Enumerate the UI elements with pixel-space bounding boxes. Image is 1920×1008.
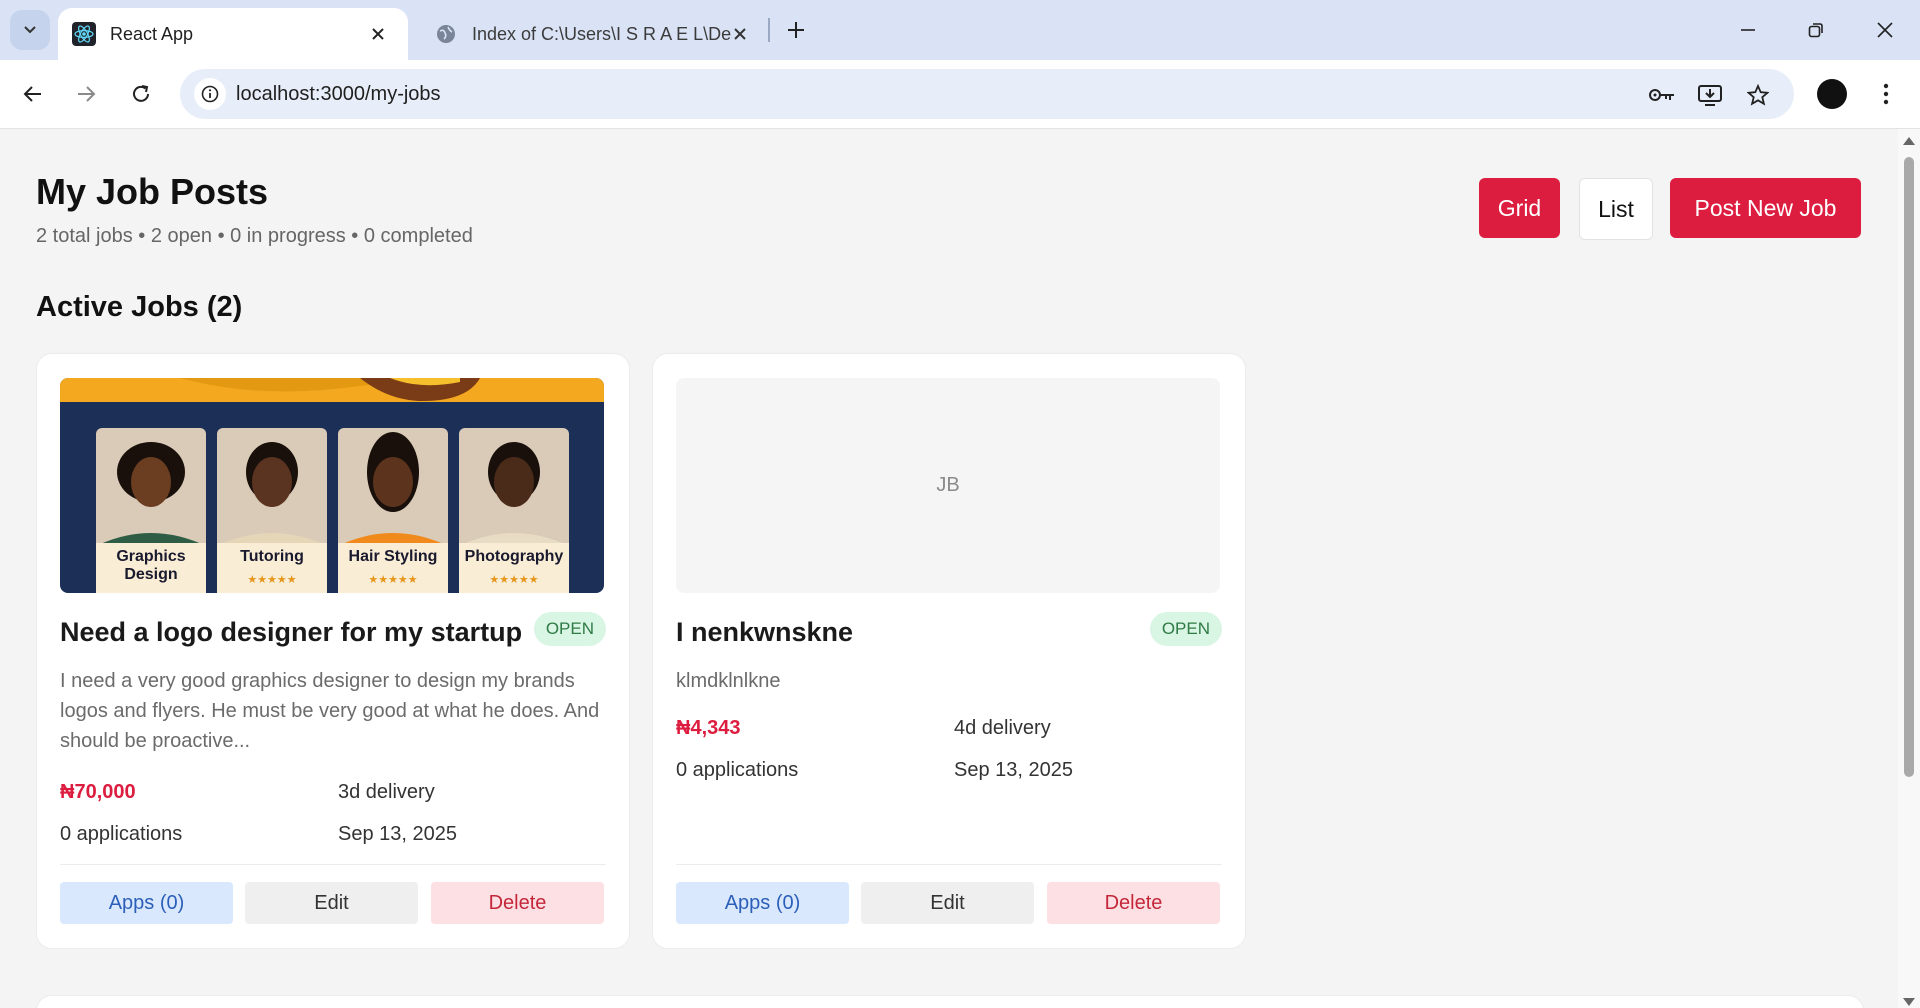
scroll-thumb[interactable]	[1904, 157, 1914, 777]
profile-avatar[interactable]	[1817, 79, 1847, 109]
delete-button[interactable]: Delete	[1047, 882, 1220, 924]
close-icon[interactable]	[728, 22, 752, 46]
section-title: Active Jobs (2)	[36, 291, 243, 323]
apps-button[interactable]: Apps (0)	[676, 882, 849, 924]
minimize-icon	[1741, 29, 1755, 31]
job-image: Graphics Design Tutoring ★★★★★ Hair Styling ★…	[60, 378, 604, 593]
more-vertical-icon	[1883, 83, 1889, 105]
reload-icon	[133, 85, 149, 102]
edit-button[interactable]: Edit	[861, 882, 1034, 924]
page-title: My Job Posts	[36, 171, 269, 212]
tab-search-button[interactable]	[10, 10, 50, 50]
minimize-button[interactable]	[1720, 10, 1776, 50]
browser-menu-button[interactable]	[1870, 74, 1902, 114]
post-new-job-button[interactable]: Post New Job	[1670, 178, 1861, 238]
job-description: klmdklnlkne	[676, 670, 781, 692]
job-date: Sep 13, 2025	[338, 823, 457, 845]
plus-icon	[788, 22, 804, 38]
react-favicon-icon	[72, 22, 96, 46]
job-applications: 0 applications	[676, 759, 799, 781]
back-button[interactable]	[13, 74, 53, 114]
job-title[interactable]: Need a logo designer for my startup	[60, 617, 522, 648]
close-window-button[interactable]	[1857, 10, 1913, 50]
banner-panel: Tutoring ★★★★★	[217, 428, 327, 593]
tab-title: React App	[110, 23, 194, 44]
status-badge: OPEN	[533, 612, 606, 646]
page-subtitle: 2 total jobs • 2 open • 0 in progress • …	[36, 225, 473, 247]
page-content: My Job Posts 2 total jobs • 2 open • 0 i…	[0, 129, 1898, 1008]
tab-index-of[interactable]: Index of C:\Users\I S R A E L\Desktop	[420, 8, 770, 60]
browser-tabstrip: React App Index of C:\Users\I S R A E L\…	[0, 0, 1920, 60]
grid-view-button[interactable]: Grid	[1479, 178, 1560, 238]
job-title[interactable]: I nenkwnskne	[676, 617, 853, 648]
banner-panel: Photography ★★★★★	[459, 428, 569, 593]
banner-panel-label: Graphics	[116, 548, 185, 565]
password-key-icon[interactable]	[1646, 79, 1678, 111]
banner-panel-stars: ★★★★★	[489, 573, 538, 586]
job-date: Sep 13, 2025	[954, 759, 1073, 781]
job-applications: 0 applications	[60, 823, 183, 845]
banner-panel: GraphicsDesign	[96, 428, 206, 593]
url-text[interactable]: localhost:3000/my-jobs	[236, 83, 441, 106]
chevron-down-icon	[24, 26, 36, 34]
completed-jobs-section	[36, 995, 1864, 1008]
delete-button[interactable]: Delete	[431, 882, 604, 924]
tab-title: Index of C:\Users\I S R A E L\Desktop	[472, 23, 732, 44]
list-view-button[interactable]: List	[1579, 178, 1653, 240]
reload-button[interactable]	[121, 74, 161, 114]
banner-panel-label: Hair Styling	[349, 548, 438, 565]
job-card[interactable]: JB I nenkwnskne OPEN klmdklnlkne ₦4,343 …	[652, 353, 1246, 949]
banner-panel-label: Design	[124, 566, 177, 583]
job-budget: ₦70,000	[60, 781, 136, 803]
page-scrollbar[interactable]	[1898, 129, 1920, 1008]
job-budget: ₦4,343	[676, 717, 741, 739]
restore-button[interactable]	[1788, 10, 1844, 50]
site-info-icon[interactable]	[194, 78, 226, 110]
scroll-up-arrow[interactable]	[1903, 137, 1915, 145]
card-divider	[60, 864, 606, 865]
bookmark-star-icon[interactable]	[1742, 79, 1774, 111]
job-card[interactable]: Graphics Design Tutoring ★★★★★ Hair Styling ★…	[36, 353, 630, 949]
forward-button[interactable]	[66, 74, 106, 114]
arrow-right-icon	[78, 86, 96, 102]
scroll-down-arrow[interactable]	[1903, 998, 1915, 1006]
banner-panel-stars: ★★★★★	[368, 573, 417, 586]
edit-button[interactable]: Edit	[245, 882, 418, 924]
banner-panel-label: Tutoring	[240, 548, 304, 565]
arrow-left-icon	[23, 86, 41, 102]
browser-toolbar: localhost:3000/my-jobs	[0, 60, 1920, 129]
card-divider	[676, 864, 1222, 865]
job-image-placeholder: JB	[676, 378, 1220, 593]
restore-icon	[1808, 23, 1823, 38]
globe-icon	[434, 22, 458, 46]
banner-panel: Hair Styling ★★★★★	[338, 428, 448, 593]
apps-button[interactable]: Apps (0)	[60, 882, 233, 924]
close-icon	[1877, 22, 1893, 38]
placeholder-initials: JB	[936, 474, 960, 496]
job-description: I need a very good graphics designer to …	[60, 670, 600, 752]
install-app-icon[interactable]	[1694, 79, 1726, 111]
banner-panel-stars: ★★★★★	[247, 573, 296, 586]
close-icon[interactable]	[366, 22, 390, 46]
tab-react-app[interactable]: React App	[58, 8, 408, 60]
status-badge: OPEN	[1149, 612, 1222, 646]
new-tab-button[interactable]	[780, 14, 812, 46]
job-delivery: 4d delivery	[954, 717, 1051, 739]
banner-panel-label: Photography	[465, 548, 564, 565]
address-bar[interactable]: localhost:3000/my-jobs	[180, 69, 1794, 119]
job-delivery: 3d delivery	[338, 781, 435, 803]
tab-divider	[768, 18, 770, 42]
